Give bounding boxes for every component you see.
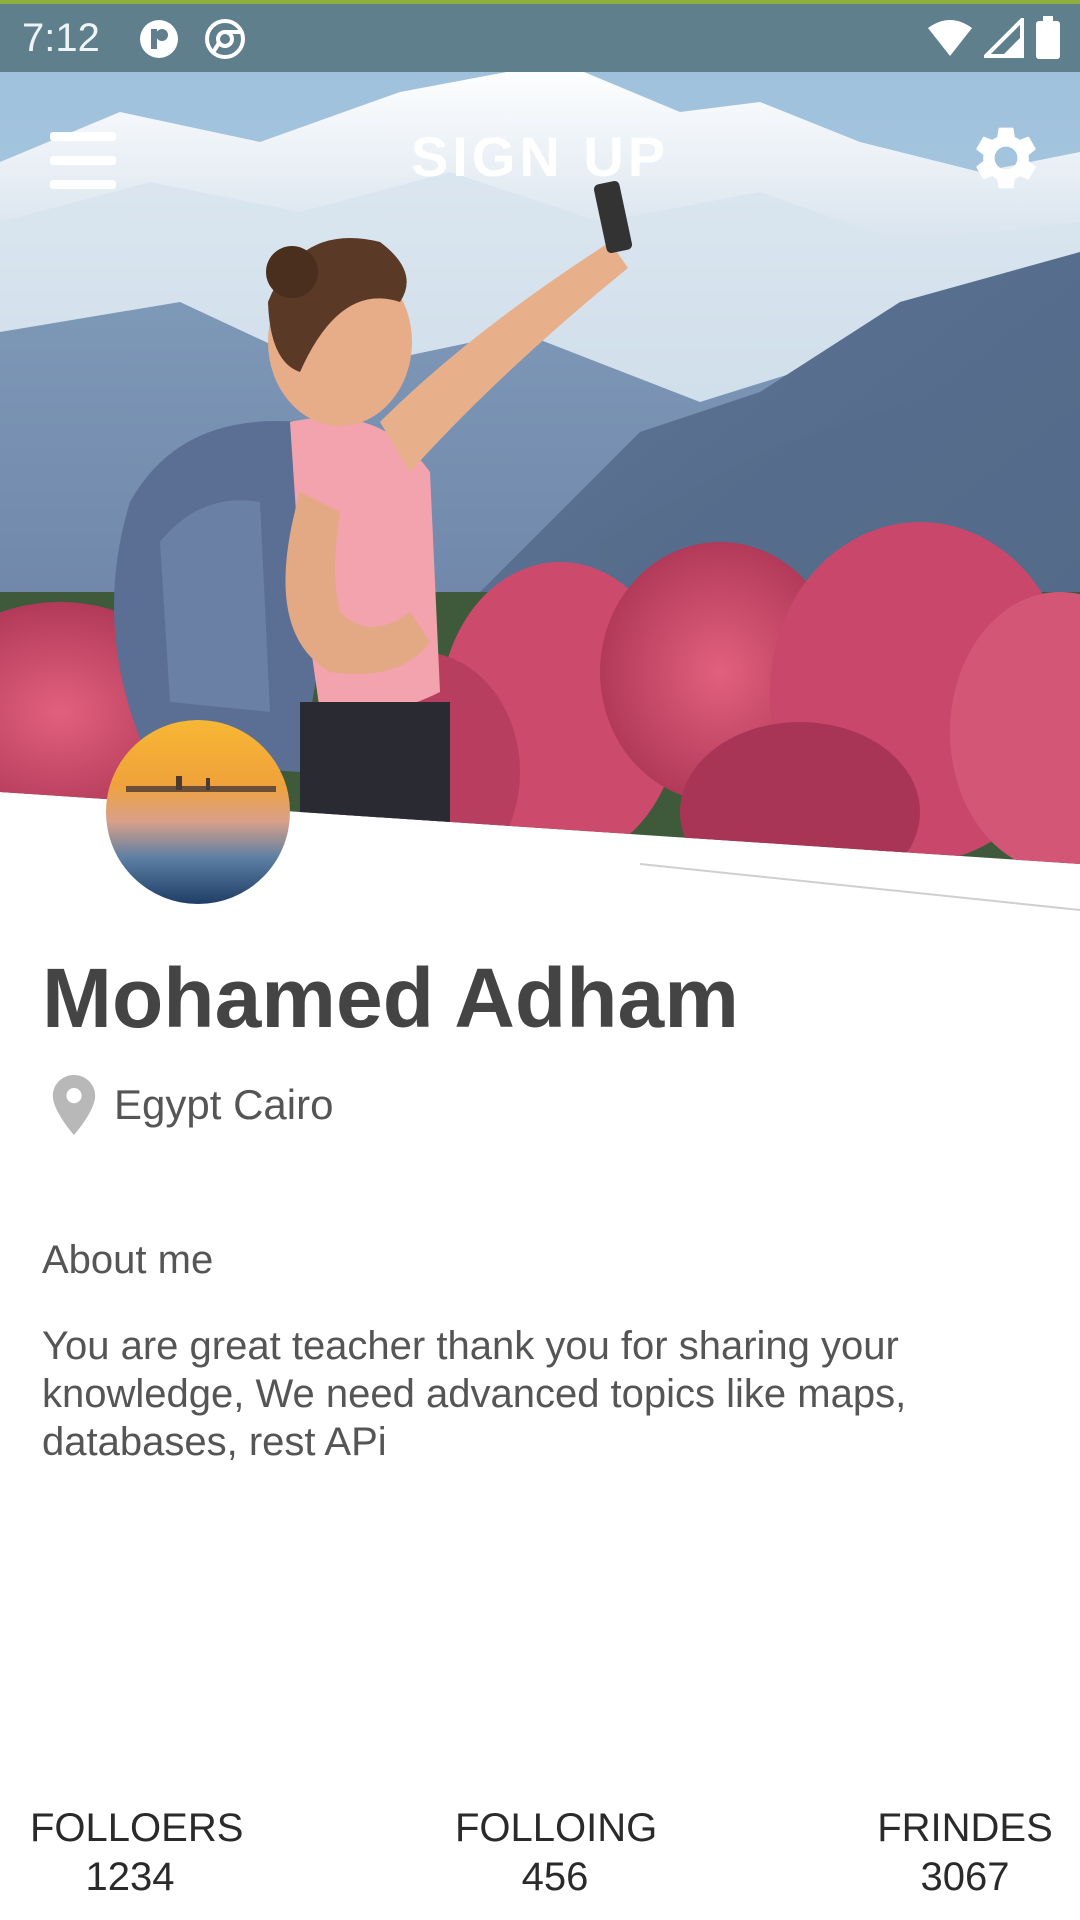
location-pin-icon — [52, 1075, 96, 1135]
page-title: SIGN UP — [410, 125, 670, 188]
signal-icon — [984, 18, 1024, 58]
stats-bar: FOLLOERS 1234 FOLLOING 456 FRINDES 3067 — [0, 1806, 1080, 1916]
notification-app-icon — [140, 20, 178, 58]
top-app-bar: SIGN UP — [0, 72, 1080, 242]
profile-name: Mohamed Adham — [42, 951, 739, 1045]
stat-label: FRINDES — [877, 1806, 1053, 1850]
about-label: About me — [42, 1238, 214, 1282]
location-row: Egypt Cairo — [52, 1075, 333, 1135]
location-text: Egypt Cairo — [114, 1081, 334, 1128]
gear-icon[interactable] — [968, 120, 1044, 196]
about-text: You are great teacher thank you for shar… — [42, 1324, 907, 1464]
stat-label: FOLLOING — [455, 1806, 658, 1850]
chrome-icon — [205, 19, 245, 59]
status-bar: 7:12 — [0, 0, 1080, 72]
stat-label: FOLLOERS — [30, 1806, 244, 1850]
following-stat[interactable]: FOLLOING 456 — [455, 1806, 658, 1900]
friends-stat[interactable]: FRINDES 3067 — [865, 1806, 1065, 1900]
avatar[interactable] — [106, 720, 290, 904]
battery-icon — [1036, 16, 1060, 59]
followers-stat[interactable]: FOLLOERS 1234 — [30, 1806, 244, 1900]
wifi-icon — [928, 20, 972, 56]
status-time: 7:12 — [22, 16, 100, 60]
stat-value: 1234 — [85, 1855, 175, 1899]
stat-value: 456 — [521, 1855, 589, 1899]
stat-value: 3067 — [920, 1855, 1010, 1899]
